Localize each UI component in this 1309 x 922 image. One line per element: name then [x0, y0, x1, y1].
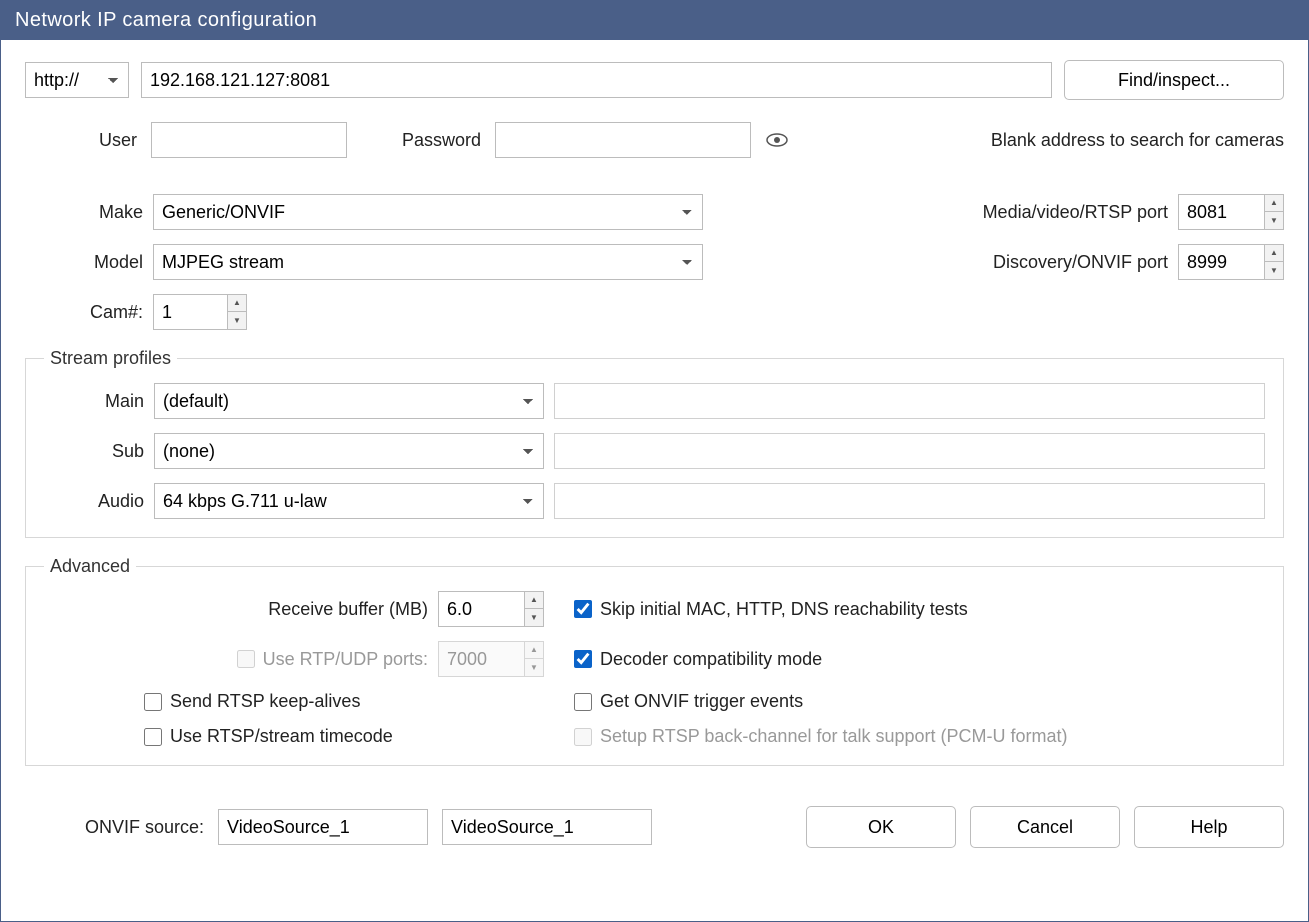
spinner-down-icon[interactable]: ▼ [525, 609, 543, 626]
receive-buffer-spinner[interactable]: ▲▼ [438, 591, 544, 627]
user-label: User [25, 130, 137, 151]
audio-profile-info [554, 483, 1265, 519]
footer-row: ONVIF source: OK Cancel Help [25, 806, 1284, 848]
show-password-icon[interactable] [765, 128, 789, 152]
onvif-source-label: ONVIF source: [85, 817, 204, 838]
skip-tests-checkbox[interactable] [574, 600, 592, 618]
audio-profile-select[interactable]: 64 kbps G.711 u-law [154, 483, 544, 519]
rtsp-port-label: Media/video/RTSP port [918, 202, 1168, 223]
spinner-up-icon[interactable]: ▲ [525, 592, 543, 609]
make-model-grid: Make Generic/ONVIF Media/video/RTSP port… [25, 194, 1284, 330]
trigger-events-checkbox[interactable] [574, 693, 592, 711]
rtp-port-input [438, 641, 524, 677]
onvif-source-1-input[interactable] [218, 809, 428, 845]
sub-profile-info [554, 433, 1265, 469]
main-profile-select[interactable]: (default) [154, 383, 544, 419]
spinner-down-icon[interactable]: ▼ [1265, 212, 1283, 229]
help-button[interactable]: Help [1134, 806, 1284, 848]
make-select[interactable]: Generic/ONVIF [153, 194, 703, 230]
decoder-compat-checkbox[interactable] [574, 650, 592, 668]
rtp-port-spinner: ▲▼ [438, 641, 544, 677]
rtp-udp-label: Use RTP/UDP ports: [263, 649, 428, 670]
rtsp-port-input[interactable] [1178, 194, 1264, 230]
make-label: Make [25, 202, 143, 223]
rtsp-port-spinner[interactable]: ▲▼ [1178, 194, 1284, 230]
dialog-window: Network IP camera configuration http:// … [0, 0, 1309, 922]
advanced-legend: Advanced [44, 556, 136, 577]
spinner-up-icon[interactable]: ▲ [228, 295, 246, 312]
onvif-source-2-input[interactable] [442, 809, 652, 845]
address-input[interactable] [141, 62, 1052, 98]
advanced-group: Advanced Receive buffer (MB) ▲▼ Skip ini… [25, 556, 1284, 766]
timecode-label: Use RTSP/stream timecode [170, 726, 393, 747]
keepalive-label: Send RTSP keep-alives [170, 691, 360, 712]
audio-label: Audio [44, 491, 144, 512]
password-input[interactable] [495, 122, 751, 158]
onvif-port-input[interactable] [1178, 244, 1264, 280]
spinner-down-icon[interactable]: ▼ [228, 312, 246, 329]
keepalive-checkbox[interactable] [144, 693, 162, 711]
model-select[interactable]: MJPEG stream [153, 244, 703, 280]
main-label: Main [44, 391, 144, 412]
dialog-title: Network IP camera configuration [15, 9, 317, 31]
stream-profiles-legend: Stream profiles [44, 348, 177, 369]
spinner-down-icon[interactable]: ▼ [1265, 262, 1283, 279]
main-profile-info [554, 383, 1265, 419]
cam-label: Cam#: [25, 302, 143, 323]
decoder-compat-label: Decoder compatibility mode [600, 649, 822, 670]
onvif-port-spinner[interactable]: ▲▼ [1178, 244, 1284, 280]
cancel-button[interactable]: Cancel [970, 806, 1120, 848]
credentials-row: User Password Blank address to search fo… [25, 122, 1284, 158]
spinner-up-icon[interactable]: ▲ [1265, 245, 1283, 262]
dialog-body: http:// Find/inspect... User Password Bl… [1, 40, 1308, 921]
skip-tests-label: Skip initial MAC, HTTP, DNS reachability… [600, 599, 968, 620]
receive-buffer-input[interactable] [438, 591, 524, 627]
user-input[interactable] [151, 122, 347, 158]
onvif-port-label: Discovery/ONVIF port [918, 252, 1168, 273]
stream-profiles-group: Stream profiles Main (default) Sub (none… [25, 348, 1284, 538]
cam-spinner[interactable]: ▲▼ [153, 294, 247, 330]
title-bar: Network IP camera configuration [1, 1, 1308, 40]
protocol-select[interactable]: http:// [25, 62, 129, 98]
blank-address-hint: Blank address to search for cameras [991, 130, 1284, 151]
receive-buffer-label: Receive buffer (MB) [268, 599, 428, 620]
spinner-up-icon[interactable]: ▲ [1265, 195, 1283, 212]
backchannel-checkbox [574, 728, 592, 746]
sub-profile-select[interactable]: (none) [154, 433, 544, 469]
find-inspect-button[interactable]: Find/inspect... [1064, 60, 1284, 100]
password-label: Password [361, 130, 481, 151]
backchannel-label: Setup RTSP back-channel for talk support… [600, 726, 1068, 747]
spinner-up-icon: ▲ [525, 642, 543, 659]
model-label: Model [25, 252, 143, 273]
sub-label: Sub [44, 441, 144, 462]
address-row: http:// Find/inspect... [25, 60, 1284, 100]
trigger-events-label: Get ONVIF trigger events [600, 691, 803, 712]
ok-button[interactable]: OK [806, 806, 956, 848]
timecode-checkbox[interactable] [144, 728, 162, 746]
cam-input[interactable] [153, 294, 227, 330]
rtp-udp-checkbox [237, 650, 255, 668]
spinner-down-icon: ▼ [525, 659, 543, 676]
